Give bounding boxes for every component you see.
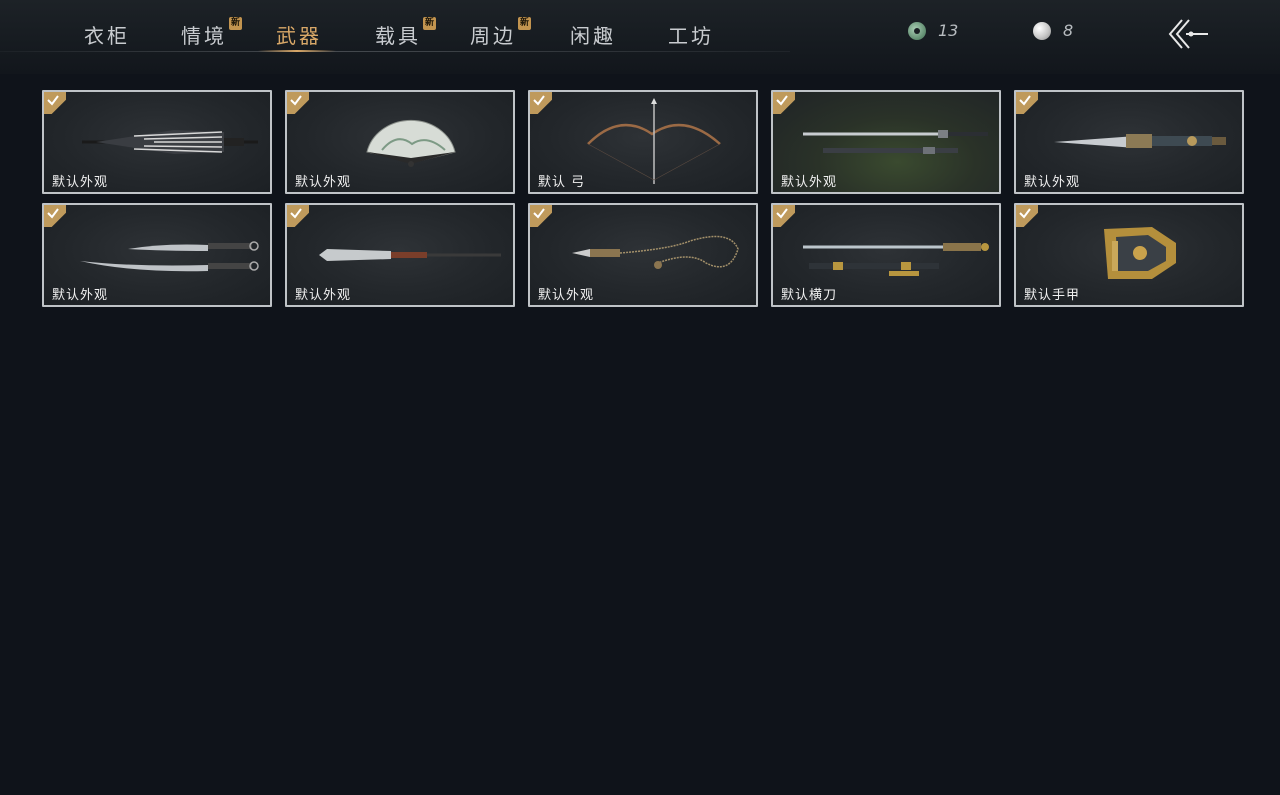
tab-vehicles[interactable]: 载具新 [375, 17, 436, 50]
pearl-currency: 8 [1033, 21, 1073, 40]
weapon-card-label: 默认外观 [52, 288, 109, 303]
tab-accessories[interactable]: 周边新 [470, 17, 531, 50]
weapon-card-label: 默认手甲 [1024, 288, 1081, 303]
weapon-card-label: 默认外观 [52, 175, 109, 190]
weapon-card-label: 默认外观 [295, 175, 352, 190]
weapon-card-bow[interactable]: 默认 弓 [528, 90, 758, 194]
weapon-card-spear[interactable]: 默认外观 [285, 203, 515, 307]
pearl-amount: 8 [1063, 21, 1074, 40]
back-arrow-icon [1168, 19, 1208, 49]
weapon-card-gauntlet[interactable]: 默认手甲 [1014, 203, 1244, 307]
tab-scene[interactable]: 情境新 [181, 17, 242, 50]
weapon-card-rope-dart[interactable]: 默认外观 [528, 203, 758, 307]
jade-amount: 13 [938, 21, 959, 40]
weapon-card-label: 默认 弓 [538, 175, 586, 190]
tab-weapons[interactable]: 武器 [276, 20, 322, 50]
tab-leisure[interactable]: 闲趣 [570, 20, 616, 50]
new-badge: 新 [423, 17, 436, 30]
tab-wardrobe[interactable]: 衣柜 [84, 20, 130, 50]
tab-workshop[interactable]: 工坊 [668, 20, 714, 50]
pearl-icon [1033, 21, 1051, 40]
category-tabs: 衣柜 情境新 武器 载具新 周边新 闲趣 工坊 [0, 0, 790, 52]
tabs-divider [0, 51, 790, 52]
active-tab-indicator [258, 50, 336, 52]
new-badge: 新 [229, 17, 242, 30]
weapon-card-label: 默认外观 [295, 288, 352, 303]
weapon-card-umbrella[interactable]: 默认外观 [42, 90, 272, 194]
jade-currency: 13 [908, 21, 958, 40]
weapon-card-sword-pair[interactable]: 默认外观 [771, 90, 1001, 194]
back-button[interactable] [1164, 16, 1212, 52]
weapon-card-fan[interactable]: 默认外观 [285, 90, 515, 194]
weapon-card-label: 默认外观 [538, 288, 595, 303]
weapon-card-ornate-blade[interactable]: 默认外观 [1014, 90, 1244, 194]
new-badge: 新 [518, 17, 531, 30]
weapon-card-label: 默认外观 [781, 175, 838, 190]
weapon-card-twin-sabres[interactable]: 默认外观 [42, 203, 272, 307]
weapon-card-label: 默认外观 [1024, 175, 1081, 190]
weapon-card-label: 默认横刀 [781, 288, 838, 303]
weapon-card-hengdao[interactable]: 默认横刀 [771, 203, 1001, 307]
jade-coin-icon [908, 21, 926, 40]
top-bar: 衣柜 情境新 武器 载具新 周边新 闲趣 工坊 13 8 [0, 0, 1280, 74]
